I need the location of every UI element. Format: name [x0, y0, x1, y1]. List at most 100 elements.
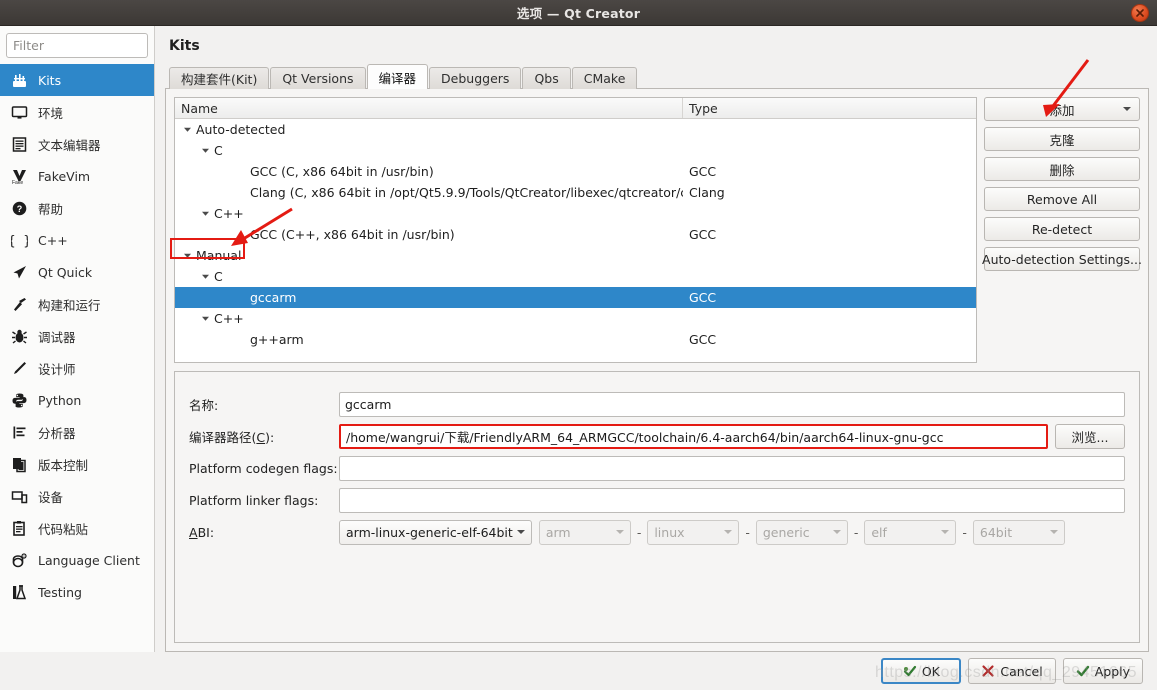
platform-linker-flags-field[interactable]: [339, 487, 1125, 513]
abi-part-select-0: arm: [538, 519, 631, 545]
chevron-down-icon[interactable]: [199, 270, 212, 283]
sidebar-item-fakevim[interactable]: Fake FakeVim: [0, 160, 154, 192]
tab-5[interactable]: CMake: [571, 67, 638, 89]
tree-cell-name: GCC (C, x86 64bit in /usr/bin): [175, 164, 683, 179]
table-row[interactable]: C: [175, 140, 976, 161]
tab-label: 编译器: [378, 70, 417, 86]
compilers-tree[interactable]: Name Type Auto-detected C GCC (C, x86 64bi…: [174, 97, 977, 363]
add-button[interactable]: 添加: [984, 97, 1140, 121]
cancel-button[interactable]: Cancel: [968, 658, 1056, 684]
sidebar-item-label: 设备: [38, 489, 64, 505]
sidebar-item-python[interactable]: Python: [0, 384, 154, 416]
sidebar-item-[interactable]: 环境: [0, 96, 154, 128]
tree-name-label: gccarm: [250, 290, 297, 305]
table-row[interactable]: GCC (C, x86 64bit in /usr/bin) GCC: [175, 161, 976, 182]
chevron-down-icon[interactable]: [181, 123, 194, 136]
table-row[interactable]: GCC (C++, x86 64bit in /usr/bin) GCC: [175, 224, 976, 245]
sidebar-item-label: Language Client: [38, 552, 140, 568]
remove-all-button[interactable]: Remove All: [984, 187, 1140, 211]
table-row[interactable]: g++arm GCC: [175, 329, 976, 350]
tab-panel-compilers: Name Type Auto-detected C GCC (C, x86 64bi…: [165, 88, 1149, 652]
apply-button-label: Apply: [1094, 663, 1130, 679]
compiler-actions: 添加 克隆 删除 Remove All Re-detect Auto-detec…: [982, 97, 1142, 363]
name-field[interactable]: [339, 391, 1125, 417]
sidebar-item-[interactable]: ? 帮助: [0, 192, 154, 224]
sidebar-item-[interactable]: 代码粘贴: [0, 512, 154, 544]
chevron-down-icon[interactable]: [199, 144, 212, 157]
tree-name-label: C: [214, 143, 223, 158]
compiler-path-label-tail: ):: [265, 429, 275, 445]
auto-detection-settings-button[interactable]: Auto-detection Settings...: [982, 247, 1142, 271]
sidebar-item-list: Kits 环境文本编辑器 Fake FakeVim? 帮助 { } C++ Qt Quick 构…: [0, 64, 154, 652]
sidebar-item-[interactable]: 设备: [0, 480, 154, 512]
redetect-button[interactable]: Re-detect: [984, 217, 1140, 241]
devices-icon: [10, 487, 29, 506]
abi-label-text: B: [197, 524, 207, 540]
chevron-down-icon[interactable]: [181, 249, 194, 262]
ok-icon: [903, 665, 916, 677]
column-header-type[interactable]: Type: [683, 98, 976, 118]
sidebar-item-[interactable]: 构建和运行: [0, 288, 154, 320]
tree-name-label: Clang (C, x86 64bit in /opt/Qt5.9.9/Tool…: [250, 185, 683, 200]
ok-button[interactable]: OK: [881, 658, 962, 684]
abi-part-value: 64bit: [979, 524, 1013, 540]
sidebar-item-label: 设计师: [38, 361, 76, 377]
tab-0[interactable]: 构建套件(Kit): [169, 67, 270, 89]
close-icon[interactable]: [1131, 4, 1149, 22]
sidebar-item-label: 分析器: [38, 425, 76, 441]
table-row[interactable]: Manual: [175, 245, 976, 266]
kits-icon: [10, 71, 29, 90]
platform-codegen-flags-field[interactable]: [339, 455, 1125, 481]
apply-button[interactable]: Apply: [1062, 658, 1143, 684]
table-row[interactable]: C: [175, 266, 976, 287]
browse-button-label: 浏览...: [1071, 429, 1109, 445]
table-row[interactable]: Clang (C, x86 64bit in /opt/Qt5.9.9/Tool…: [175, 182, 976, 203]
sidebar-item-testing[interactable]: Testing: [0, 576, 154, 608]
sidebar-item-[interactable]: 文本编辑器: [0, 128, 154, 160]
table-row[interactable]: C++: [175, 203, 976, 224]
form-row-path: 编译器路径(C): 浏览...: [189, 420, 1125, 452]
sidebar-item-kits[interactable]: Kits: [0, 64, 154, 96]
chevron-down-icon: [832, 530, 841, 534]
table-row[interactable]: gccarm GCC: [175, 287, 976, 308]
chevron-down-icon[interactable]: [199, 312, 212, 325]
apply-icon: [1076, 665, 1089, 677]
tree-cell-type: GCC: [689, 332, 717, 347]
main-pane: Kits 构建套件(Kit) Qt Versions 编译器 Debuggers Qbs…: [155, 26, 1157, 652]
tab-4[interactable]: Qbs: [522, 67, 571, 89]
sidebar-item-[interactable]: 设计师: [0, 352, 154, 384]
remove-button[interactable]: 删除: [984, 157, 1140, 181]
close-glyph: [1136, 9, 1144, 17]
table-row[interactable]: C++: [175, 308, 976, 329]
sidebar-item-language-client[interactable]: Language Client: [0, 544, 154, 576]
clone-button[interactable]: 克隆: [984, 127, 1140, 151]
table-row[interactable]: Auto-detected: [175, 119, 976, 140]
tree-cell-type: GCC: [689, 164, 717, 179]
version-control-icon: [10, 455, 29, 474]
column-header-name[interactable]: Name: [175, 98, 683, 118]
compiler-path-control: 浏览...: [339, 423, 1125, 449]
compiler-detail-form: 名称: 编译器路径(C): 浏览...: [174, 371, 1140, 643]
chevron-down-icon[interactable]: [199, 207, 212, 220]
sidebar-item-[interactable]: 分析器: [0, 416, 154, 448]
paper-plane-icon: [10, 263, 29, 282]
sidebar-item-[interactable]: 调试器: [0, 320, 154, 352]
bug-icon: [10, 327, 29, 346]
tab-3[interactable]: Debuggers: [429, 67, 522, 89]
browse-button[interactable]: 浏览...: [1055, 423, 1125, 449]
compiler-path-field[interactable]: [339, 423, 1048, 449]
help-icon: ?: [10, 199, 29, 218]
sidebar-item-[interactable]: 版本控制: [0, 448, 154, 480]
abi-separator: -: [745, 524, 750, 540]
sidebar-item-label: 构建和运行: [38, 297, 101, 313]
tab-2[interactable]: 编译器: [366, 64, 429, 89]
platform-linker-flags-control: [339, 487, 1125, 513]
sidebar-item-c[interactable]: { } C++: [0, 224, 154, 256]
tab-1[interactable]: Qt Versions: [270, 67, 366, 89]
search-input[interactable]: [6, 33, 148, 58]
abi-select[interactable]: arm-linux-generic-elf-64bit: [339, 519, 532, 545]
hammer-icon: [10, 295, 29, 314]
sidebar-item-label: 文本编辑器: [38, 137, 101, 153]
sidebar-item-qt-quick[interactable]: Qt Quick: [0, 256, 154, 288]
tree-name-label: C++: [214, 311, 244, 326]
